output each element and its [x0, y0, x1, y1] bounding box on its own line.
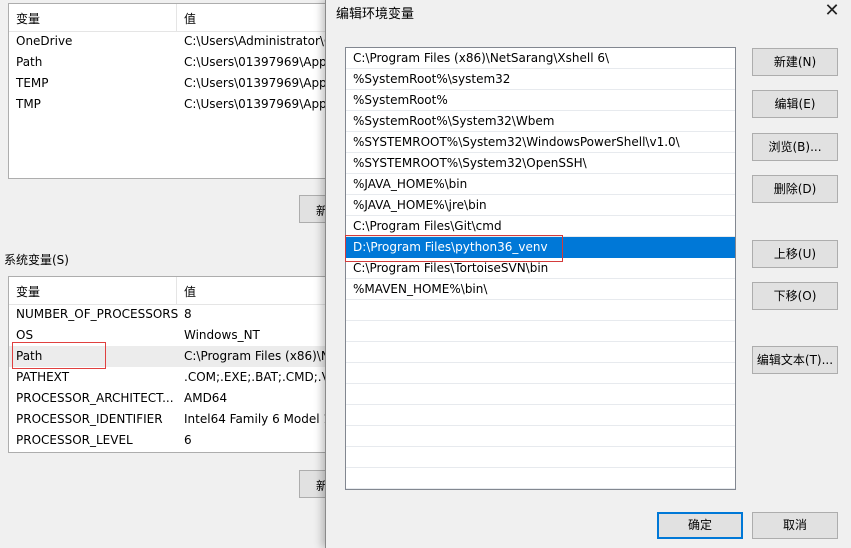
var-value: 8 — [184, 307, 192, 321]
path-text: %SYSTEMROOT%\System32\WindowsPowerShell\… — [353, 135, 680, 149]
cancel-button[interactable]: 取消 — [752, 512, 838, 539]
system-var-row[interactable]: OS Windows_NT — [9, 325, 337, 346]
var-value: AMD64 — [184, 391, 228, 405]
var-name: PATHEXT — [16, 370, 70, 384]
column-header-value[interactable]: 值 — [184, 10, 196, 27]
system-var-row[interactable]: PATHEXT .COM;.EXE;.BAT;.CMD;.VBS — [9, 367, 337, 388]
path-text: %MAVEN_HOME%\bin\ — [353, 282, 488, 296]
user-variables-header: 变量 值 — [9, 4, 337, 32]
var-name: TEMP — [16, 76, 49, 90]
var-name: TMP — [16, 97, 41, 111]
path-entry-empty[interactable] — [346, 426, 735, 447]
path-entry-empty[interactable] — [346, 321, 735, 342]
edit-environment-variable-dialog: 编辑环境变量 ✕ C:\Program Files (x86)\NetSaran… — [325, 0, 851, 548]
user-variables-list[interactable]: 变量 值 OneDrive C:\Users\Administrator\One… — [8, 3, 338, 179]
system-variables-header: 变量 值 — [9, 277, 337, 305]
close-icon: ✕ — [824, 0, 840, 21]
var-name: PROCESSOR_ARCHITECT... — [16, 391, 174, 405]
path-text: %SystemRoot%\System32\Wbem — [353, 114, 555, 128]
edit-text-button[interactable]: 编辑文本(T)... — [752, 346, 838, 374]
system-var-row[interactable]: PROCESSOR_IDENTIFIER Intel64 Family 6 Mo… — [9, 409, 337, 430]
var-name: PROCESSOR_LEVEL — [16, 433, 133, 447]
path-entry[interactable]: %SYSTEMROOT%\System32\OpenSSH\ — [346, 153, 735, 174]
path-text: C:\Program Files\Git\cmd — [353, 219, 502, 233]
move-up-button[interactable]: 上移(U) — [752, 240, 838, 268]
close-button[interactable]: ✕ — [820, 0, 844, 24]
path-entry-empty[interactable] — [346, 363, 735, 384]
path-text: C:\Program Files (x86)\NetSarang\Xshell … — [353, 51, 610, 65]
var-name: Path — [16, 349, 43, 363]
var-value: .COM;.EXE;.BAT;.CMD;.VBS — [184, 370, 338, 384]
var-name: OS — [16, 328, 34, 342]
path-entry-empty[interactable] — [346, 384, 735, 405]
system-var-row[interactable]: PROCESSOR_ARCHITECT... AMD64 — [9, 388, 337, 409]
path-text: %JAVA_HOME%\bin — [353, 177, 468, 191]
var-value: Windows_NT — [184, 328, 260, 342]
path-entry[interactable]: %MAVEN_HOME%\bin\ — [346, 279, 735, 300]
system-var-row[interactable]: NUMBER_OF_PROCESSORS 8 — [9, 304, 337, 325]
var-value: C:\Users\01397969\AppData\Local\Temp — [184, 76, 337, 90]
path-entry-empty[interactable] — [346, 405, 735, 426]
edit-button[interactable]: 编辑(E) — [752, 90, 838, 118]
var-value: C:\Users\Administrator\OneDrive — [184, 34, 337, 48]
path-entry[interactable]: C:\Program Files\Git\cmd — [346, 216, 735, 237]
ok-button[interactable]: 确定 — [657, 512, 743, 539]
system-var-row[interactable]: PROCESSOR_LEVEL 6 — [9, 430, 337, 451]
path-entry[interactable]: %JAVA_HOME%\bin — [346, 174, 735, 195]
path-entry[interactable]: %SystemRoot%\system32 — [346, 69, 735, 90]
path-entry[interactable]: C:\Program Files\TortoiseSVN\bin — [346, 258, 735, 279]
dialog-title: 编辑环境变量 — [336, 7, 415, 22]
var-name: OneDrive — [16, 34, 73, 48]
new-button[interactable]: 新建(N) — [752, 48, 838, 76]
path-entry[interactable]: %SYSTEMROOT%\System32\WindowsPowerShell\… — [346, 132, 735, 153]
var-name: PROCESSOR_IDENTIFIER — [16, 412, 163, 426]
user-var-row[interactable]: TEMP C:\Users\01397969\AppData\Local\Tem… — [9, 73, 337, 94]
column-header-value[interactable]: 值 — [184, 283, 196, 300]
var-name: Path — [16, 55, 43, 69]
column-divider — [176, 4, 177, 31]
var-value: C:\Program Files (x86)\NetSarang — [184, 349, 337, 363]
user-var-row[interactable]: TMP C:\Users\01397969\AppData\Local\Temp — [9, 94, 337, 115]
environment-variables-window: 变量 值 OneDrive C:\Users\Administrator\One… — [0, 0, 339, 548]
browse-button[interactable]: 浏览(B)... — [752, 133, 838, 161]
system-variables-label: 系统变量(S) — [4, 253, 69, 267]
path-entry-empty[interactable] — [346, 468, 735, 489]
path-entry-selected[interactable]: D:\Program Files\python36_venv — [346, 237, 735, 258]
column-header-name[interactable]: 变量 — [16, 10, 40, 27]
path-entry[interactable]: %SystemRoot%\System32\Wbem — [346, 111, 735, 132]
path-entry-empty[interactable] — [346, 342, 735, 363]
path-entry-empty[interactable] — [346, 447, 735, 468]
path-text: C:\Program Files\TortoiseSVN\bin — [353, 261, 549, 275]
system-var-row-path[interactable]: Path C:\Program Files (x86)\NetSarang — [9, 346, 337, 367]
var-value: C:\Users\01397969\AppData\Local — [184, 55, 338, 69]
column-header-name[interactable]: 变量 — [16, 283, 40, 300]
delete-button[interactable]: 删除(D) — [752, 175, 838, 203]
path-entry-empty[interactable] — [346, 300, 735, 321]
path-text: %JAVA_HOME%\jre\bin — [353, 198, 487, 212]
user-var-row[interactable]: Path C:\Users\01397969\AppData\Local — [9, 52, 337, 73]
path-text: %SystemRoot%\system32 — [353, 72, 511, 86]
path-entry[interactable]: C:\Program Files (x86)\NetSarang\Xshell … — [346, 48, 735, 69]
var-value: C:\Users\01397969\AppData\Local\Temp — [184, 97, 337, 111]
user-var-row[interactable]: OneDrive C:\Users\Administrator\OneDrive — [9, 31, 337, 52]
var-name: NUMBER_OF_PROCESSORS — [16, 307, 179, 321]
move-down-button[interactable]: 下移(O) — [752, 282, 838, 310]
path-entries-list[interactable]: C:\Program Files (x86)\NetSarang\Xshell … — [345, 47, 736, 490]
path-entry[interactable]: %JAVA_HOME%\jre\bin — [346, 195, 735, 216]
path-text: D:\Program Files\python36_venv — [353, 240, 548, 254]
path-entry[interactable]: %SystemRoot% — [346, 90, 735, 111]
path-text: %SYSTEMROOT%\System32\OpenSSH\ — [353, 156, 587, 170]
path-text: %SystemRoot% — [353, 93, 448, 107]
column-divider — [176, 277, 177, 304]
system-variables-list[interactable]: 变量 值 NUMBER_OF_PROCESSORS 8 OS Windows_N… — [8, 276, 338, 453]
var-value: 6 — [184, 433, 192, 447]
var-value: Intel64 Family 6 Model 142 — [184, 412, 338, 426]
